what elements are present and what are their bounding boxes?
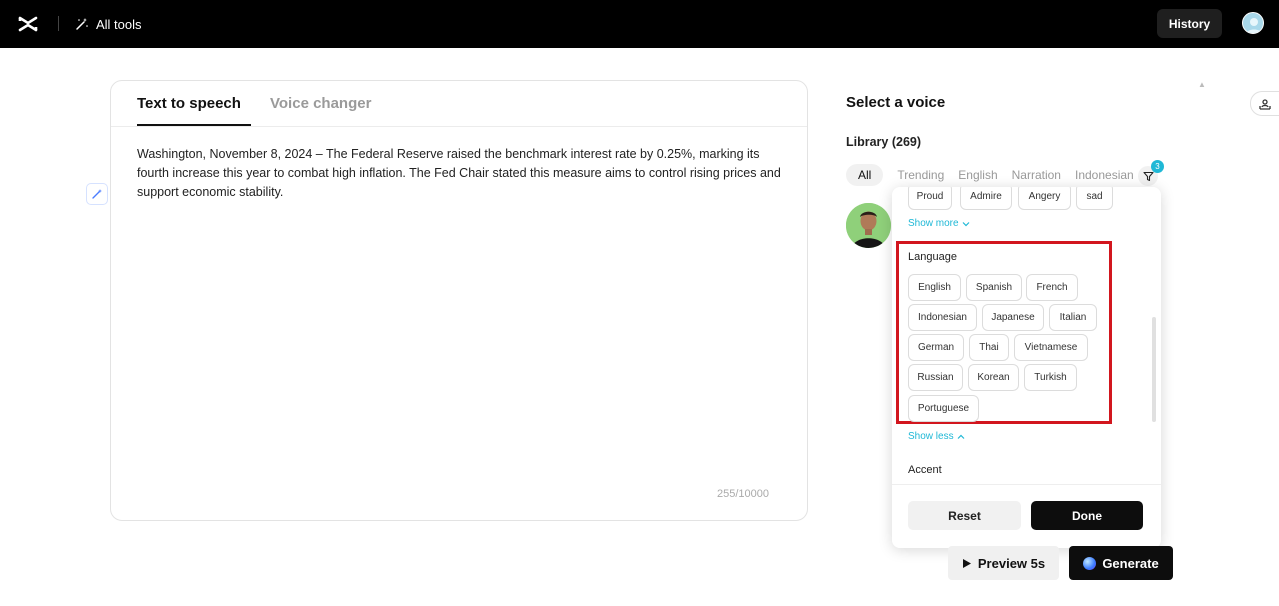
chip-english[interactable]: English bbox=[958, 168, 997, 182]
tag-admire[interactable]: Admire bbox=[960, 187, 1012, 210]
magic-wand-icon bbox=[76, 18, 88, 30]
chip-narration[interactable]: Narration bbox=[1012, 168, 1061, 182]
filter-scrollbar[interactable] bbox=[1152, 317, 1156, 422]
preview-button[interactable]: Preview 5s bbox=[948, 546, 1059, 580]
upload-person-icon bbox=[1259, 98, 1271, 110]
voice-person-avatar-icon bbox=[846, 203, 891, 248]
done-button[interactable]: Done bbox=[1031, 501, 1143, 530]
select-voice-title: Select a voice bbox=[846, 94, 946, 111]
tag-language-japanese[interactable]: Japanese bbox=[982, 304, 1044, 331]
tag-language-korean[interactable]: Korean bbox=[968, 364, 1019, 391]
filter-count-badge: 3 bbox=[1151, 160, 1164, 173]
scroll-up-caret-icon: ▲ bbox=[1198, 80, 1206, 89]
tag-language-vietnamese[interactable]: Vietnamese bbox=[1014, 334, 1088, 361]
filter-icon bbox=[1142, 171, 1154, 181]
tag-language-turkish[interactable]: Turkish bbox=[1024, 364, 1077, 391]
tag-language-portuguese[interactable]: Portuguese bbox=[908, 395, 979, 422]
library-count: Library (269) bbox=[846, 135, 922, 149]
language-section-label: Language bbox=[908, 251, 957, 263]
character-count: 255/10000 bbox=[717, 488, 769, 500]
preview-label: Preview 5s bbox=[977, 555, 1046, 571]
tag-language-english[interactable]: English bbox=[908, 274, 961, 301]
generate-button[interactable]: Generate bbox=[1069, 546, 1173, 580]
ai-rewrite-button[interactable] bbox=[86, 183, 108, 205]
topbar-divider bbox=[58, 16, 59, 31]
voice-avatar[interactable] bbox=[846, 203, 891, 248]
show-less-label: Show less bbox=[908, 431, 954, 442]
show-more-link[interactable]: Show more bbox=[908, 218, 970, 229]
tag-language-indonesian[interactable]: Indonesian bbox=[908, 304, 977, 331]
top-bar: All tools History bbox=[0, 0, 1279, 48]
tab-text-to-speech[interactable]: Text to speech bbox=[137, 95, 241, 112]
show-more-label: Show more bbox=[908, 218, 959, 229]
chip-trending[interactable]: Trending bbox=[897, 168, 944, 182]
user-avatar-icon bbox=[1246, 18, 1262, 33]
script-textarea[interactable]: Washington, November 8, 2024 – The Feder… bbox=[137, 145, 787, 202]
chevron-up-icon bbox=[957, 434, 965, 439]
capcut-logo-icon[interactable] bbox=[17, 13, 39, 35]
chevron-down-icon bbox=[962, 221, 970, 226]
filter-scroll-area[interactable]: Proud Admire Angery sad Show more Langua… bbox=[892, 187, 1161, 484]
tag-language-german[interactable]: German bbox=[908, 334, 964, 361]
generate-orb-icon bbox=[1083, 556, 1097, 570]
play-icon bbox=[962, 558, 971, 568]
tag-language-french[interactable]: French bbox=[1026, 274, 1078, 301]
tag-language-spanish[interactable]: Spanish bbox=[966, 274, 1022, 301]
tag-sad[interactable]: sad bbox=[1076, 187, 1113, 210]
accent-section-label: Accent bbox=[908, 464, 942, 476]
tab-voice-changer[interactable]: Voice changer bbox=[270, 95, 371, 112]
history-button[interactable]: History bbox=[1157, 9, 1222, 38]
editor-card: Text to speech Voice changer Washington,… bbox=[110, 80, 808, 521]
filter-footer: Reset Done bbox=[892, 484, 1161, 548]
voice-category-chips: All Trending English Narration Indonesia… bbox=[846, 164, 1136, 186]
all-tools-label: All tools bbox=[96, 16, 142, 32]
filter-dropdown-panel: Proud Admire Angery sad Show more Langua… bbox=[892, 187, 1161, 548]
tag-proud[interactable]: Proud bbox=[908, 187, 952, 210]
reset-button[interactable]: Reset bbox=[908, 501, 1021, 530]
tag-language-thai[interactable]: Thai bbox=[969, 334, 1009, 361]
tag-language-italian[interactable]: Italian bbox=[1049, 304, 1097, 331]
all-tools-button[interactable]: All tools bbox=[75, 14, 142, 34]
magic-pen-icon bbox=[92, 189, 102, 199]
chip-indonesian[interactable]: Indonesian bbox=[1075, 168, 1134, 182]
upload-side-button[interactable] bbox=[1250, 91, 1279, 116]
active-tab-indicator bbox=[137, 124, 251, 126]
generate-label: Generate bbox=[1102, 555, 1159, 571]
show-less-link[interactable]: Show less bbox=[908, 431, 965, 442]
editor-tabs: Text to speech Voice changer bbox=[111, 81, 807, 127]
user-avatar[interactable] bbox=[1242, 12, 1264, 34]
chip-all[interactable]: All bbox=[846, 164, 884, 186]
tag-language-russian[interactable]: Russian bbox=[908, 364, 963, 391]
tag-angery[interactable]: Angery bbox=[1018, 187, 1071, 210]
